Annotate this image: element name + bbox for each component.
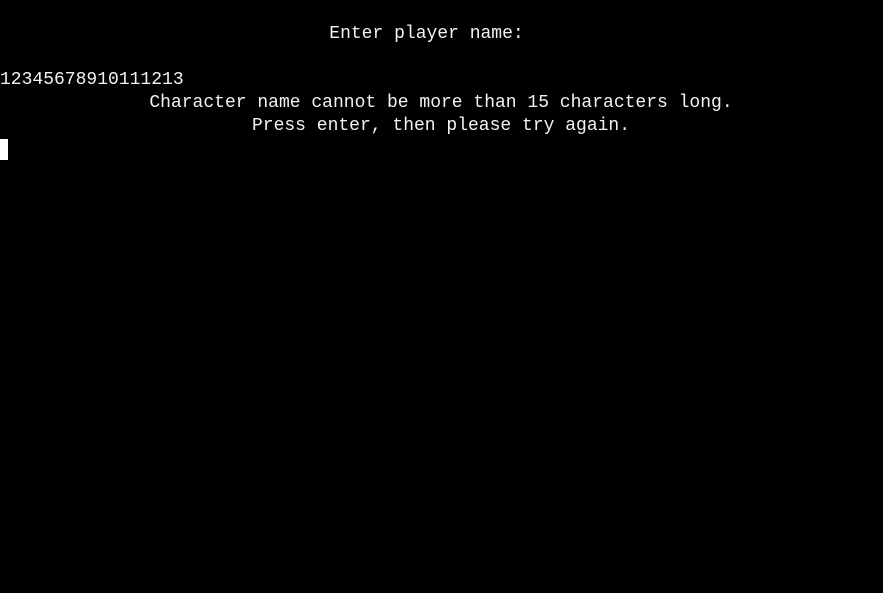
player-name-input-echo: 12345678910111213 (0, 70, 184, 90)
text-cursor[interactable] (0, 139, 8, 160)
terminal-window[interactable]: Enter player name: 12345678910111213 Cha… (0, 0, 883, 593)
error-message-retry: Press enter, then please try again. (251, 116, 631, 136)
player-name-prompt: Enter player name: (329, 24, 524, 44)
error-message-length: Character name cannot be more than 15 ch… (149, 93, 733, 113)
